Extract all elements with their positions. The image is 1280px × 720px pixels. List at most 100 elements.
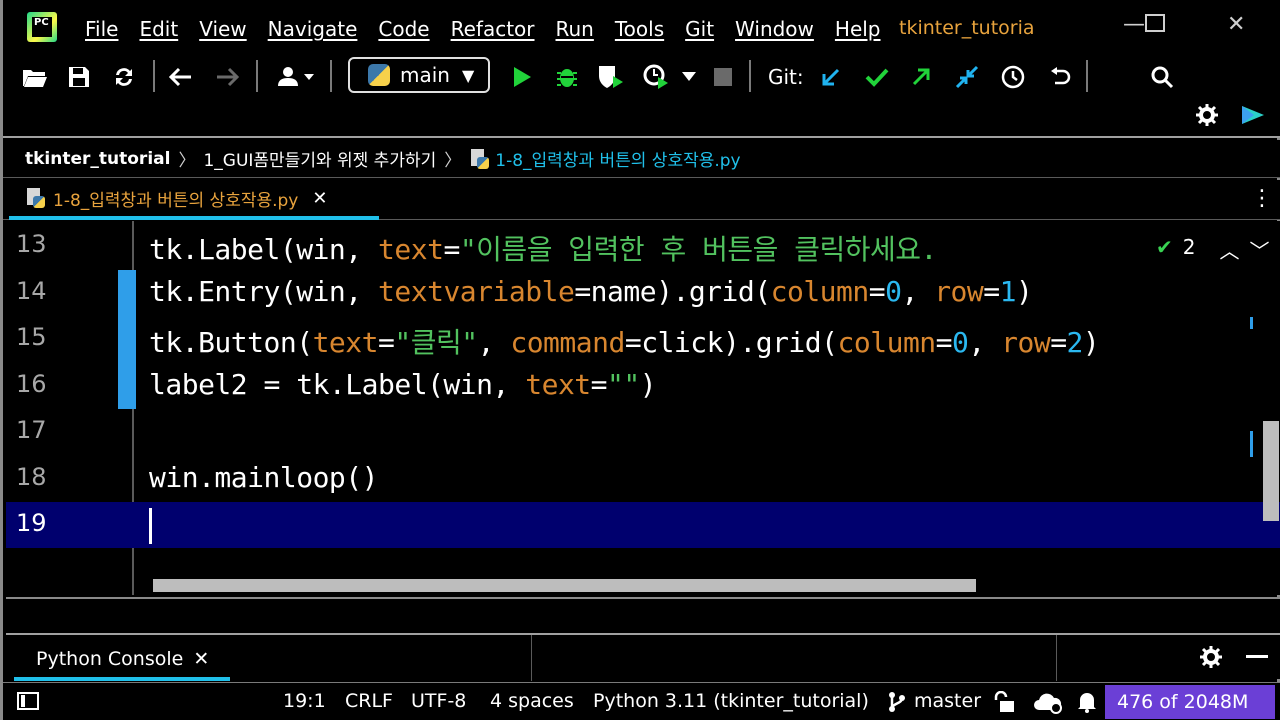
code-line-15[interactable]: 15 tk.Button(text="클릭", command=click).g… xyxy=(6,316,1280,362)
code-line-13[interactable]: 13 tk.Label(win, text="이름을 입력한 후 버튼을 클릭하… xyxy=(6,223,1280,269)
editor-tabs: 1-8_입력창과 버튼의 상호작용.py ✕ ⋮ xyxy=(3,180,1280,220)
jetbrains-ai-icon[interactable] xyxy=(1239,102,1267,128)
menu-tools[interactable]: Tools xyxy=(615,17,664,41)
menu-code[interactable]: Code xyxy=(378,17,429,41)
inspection-widget[interactable]: ✔ 2 ︿ ﹀ xyxy=(1156,235,1270,264)
breadcrumb-file[interactable]: 1-8_입력창과 버튼의 상호작용.py xyxy=(495,146,740,171)
console-tab-label: Python Console xyxy=(36,648,184,670)
minimize-icon[interactable]: — xyxy=(1123,12,1145,37)
more-options-icon[interactable]: ⋮ xyxy=(1251,186,1273,211)
code-text: win.mainloop() xyxy=(149,461,379,494)
vcs-user-icon[interactable] xyxy=(273,64,319,90)
tool-window-divider[interactable] xyxy=(6,597,1280,633)
code-line-17[interactable]: 17 xyxy=(6,409,1280,455)
rollback-icon[interactable] xyxy=(1046,64,1074,90)
back-icon[interactable] xyxy=(167,64,195,90)
file-encoding[interactable]: UTF-8 xyxy=(411,690,466,712)
maximize-icon[interactable] xyxy=(1145,14,1165,32)
line-number: 14 xyxy=(16,277,47,305)
line-separator[interactable]: CRLF xyxy=(345,690,393,712)
git-commit-icon[interactable] xyxy=(863,64,891,90)
ide-window: PC File Edit View Navigate Code Refactor… xyxy=(0,0,1280,720)
python-interpreter[interactable]: Python 3.11 (tkinter_tutorial) xyxy=(593,690,869,712)
menu-view[interactable]: View xyxy=(199,17,246,41)
history-icon[interactable] xyxy=(999,64,1027,90)
caret-position[interactable]: 19:1 xyxy=(283,690,326,712)
chevron-down-icon: ▼ xyxy=(461,65,475,85)
chevron-right-icon: 〉 xyxy=(178,151,196,171)
menu-run[interactable]: Run xyxy=(556,17,594,41)
run-icon[interactable] xyxy=(508,64,536,90)
run-config-selector[interactable]: main ▼ xyxy=(348,57,490,93)
minimize-icon[interactable] xyxy=(1246,655,1268,658)
menu-window[interactable]: Window xyxy=(735,17,814,41)
debug-icon[interactable] xyxy=(553,64,581,90)
breadcrumb-folder[interactable]: 1_GUI폼만들기와 위젯 추가하기 xyxy=(203,146,436,171)
code-text: tk.Entry(win, textvariable=name).grid(co… xyxy=(149,275,1033,308)
close-tab-icon[interactable]: ✕ xyxy=(193,648,209,670)
vertical-scrollbar[interactable] xyxy=(1263,421,1279,521)
code-line-18[interactable]: 18 win.mainloop() xyxy=(6,456,1280,502)
main-menu: File Edit View Navigate Code Refactor Ru… xyxy=(85,17,902,41)
chevron-right-icon: 〉 xyxy=(444,151,462,171)
breadcrumb-project[interactable]: tkinter_tutorial xyxy=(25,149,170,169)
git-branch-icon xyxy=(887,691,907,717)
code-line-16[interactable]: 16 label2 = tk.Label(win, text="") xyxy=(6,363,1280,409)
logo-text: PC xyxy=(32,17,52,37)
menu-help[interactable]: Help xyxy=(835,17,881,41)
line-number: 16 xyxy=(16,370,47,398)
error-stripe-marker[interactable] xyxy=(1250,317,1253,329)
text-caret xyxy=(149,508,152,544)
profile-icon[interactable] xyxy=(643,64,671,90)
chevron-up-icon[interactable]: ︿ xyxy=(1220,235,1240,264)
error-stripe-marker[interactable] xyxy=(1250,431,1253,457)
horizontal-scrollbar[interactable] xyxy=(153,579,976,592)
toolbar-separator xyxy=(256,60,258,92)
line-number: 15 xyxy=(16,323,47,351)
close-window-icon[interactable]: ✕ xyxy=(1227,12,1245,37)
chevron-down-icon[interactable] xyxy=(675,64,703,90)
status-bar: 19:1 CRLF UTF-8 4 spaces Python 3.11 (tk… xyxy=(3,682,1280,720)
cloud-sync-icon[interactable] xyxy=(1033,690,1063,718)
save-icon[interactable] xyxy=(65,64,93,90)
title-bar: PC File Edit View Navigate Code Refactor… xyxy=(3,0,1280,54)
menu-git[interactable]: Git xyxy=(685,17,714,41)
stop-icon[interactable] xyxy=(709,64,737,90)
settings-gear-icon[interactable] xyxy=(1193,102,1221,128)
menu-navigate[interactable]: Navigate xyxy=(268,17,358,41)
line-number: 17 xyxy=(16,416,47,444)
toolbar-separator xyxy=(330,60,332,92)
menu-edit[interactable]: Edit xyxy=(139,17,178,41)
notifications-bell-icon[interactable] xyxy=(1077,691,1097,717)
code-line-14[interactable]: 14 tk.Entry(win, textvariable=name).grid… xyxy=(6,270,1280,316)
tab-label: 1-8_입력창과 버튼의 상호작용.py xyxy=(53,190,299,211)
settings-gear-icon[interactable] xyxy=(1199,645,1223,673)
code-editor[interactable]: 13 tk.Label(win, text="이름을 입력한 후 버튼을 클릭하… xyxy=(6,221,1280,595)
tab-python-console[interactable]: Python Console ✕ xyxy=(14,641,230,681)
memory-indicator[interactable]: 476 of 2048M xyxy=(1105,685,1275,719)
code-text: tk.Button(text="클릭", command=click).grid… xyxy=(149,326,1100,359)
forward-icon[interactable] xyxy=(213,64,241,90)
sync-icon[interactable] xyxy=(110,64,138,90)
git-update-icon[interactable] xyxy=(817,64,845,90)
tab-active-file[interactable]: 1-8_입력창과 버튼의 상호작용.py ✕ xyxy=(9,180,379,220)
git-branch[interactable]: master xyxy=(914,690,981,712)
menu-refactor[interactable]: Refactor xyxy=(451,17,535,41)
inspection-ok-icon: ✔ xyxy=(1156,235,1173,259)
search-icon[interactable] xyxy=(1148,64,1176,90)
open-folder-icon[interactable] xyxy=(21,64,49,90)
inspection-count: 2 xyxy=(1182,235,1196,259)
menu-file[interactable]: File xyxy=(85,17,118,41)
git-push-icon[interactable] xyxy=(907,64,935,90)
coverage-icon[interactable] xyxy=(597,64,625,90)
lock-open-icon[interactable] xyxy=(993,690,1015,717)
tool-windows-toggle-icon[interactable] xyxy=(17,692,39,710)
git-compare-icon[interactable] xyxy=(953,64,981,90)
code-line-19[interactable]: 19 xyxy=(6,502,1280,548)
close-tab-icon[interactable]: ✕ xyxy=(312,188,327,209)
run-config-label: main xyxy=(400,63,450,87)
indent-setting[interactable]: 4 spaces xyxy=(490,690,574,712)
line-number: 13 xyxy=(16,230,47,258)
pycharm-logo-icon[interactable]: PC xyxy=(27,12,57,42)
chevron-down-icon[interactable]: ﹀ xyxy=(1250,235,1270,264)
